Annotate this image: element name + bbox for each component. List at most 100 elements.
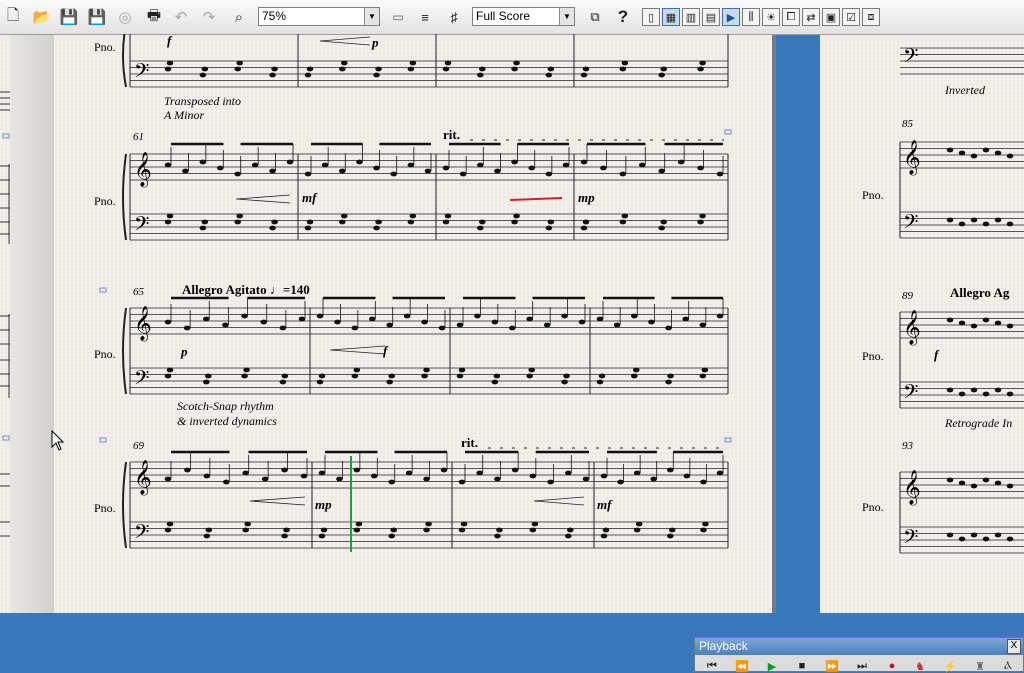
- view-select[interactable]: Full Score ▼: [472, 7, 575, 26]
- note-head: [373, 225, 380, 231]
- note-head: [547, 66, 555, 72]
- view-value: Full Score: [476, 9, 531, 23]
- note-head: [244, 521, 252, 527]
- mixer-icon[interactable]: ⫼: [742, 8, 760, 26]
- note-head: [242, 470, 250, 476]
- note-head: [338, 168, 346, 174]
- note-head: [513, 213, 520, 219]
- record-icon[interactable]: ●: [883, 659, 901, 673]
- note-head: [279, 379, 287, 385]
- note-head: [946, 217, 954, 223]
- redo-icon[interactable]: ↷: [198, 6, 220, 28]
- note-head: [529, 527, 537, 533]
- keyboard-icon[interactable]: ▥: [682, 8, 700, 26]
- flexi-time-icon[interactable]: ⚡: [941, 659, 959, 673]
- zoom-select[interactable]: 75% ▼: [258, 7, 380, 26]
- note-head: [388, 373, 396, 379]
- mixer-icon[interactable]: ♜: [971, 659, 989, 673]
- note-head: [660, 219, 668, 225]
- note-head: [164, 219, 172, 225]
- fast-forward-icon[interactable]: ⏩: [823, 659, 841, 673]
- lasso-icon[interactable]: ⌕: [228, 6, 250, 28]
- note-head: [203, 473, 211, 479]
- note-head: [403, 313, 411, 319]
- properties-icon[interactable]: ☑: [842, 8, 860, 26]
- bass-clef: 𝄢: [134, 212, 149, 240]
- note-head: [373, 72, 380, 78]
- help-icon[interactable]: ?: [612, 6, 634, 28]
- rewind-start-icon[interactable]: ⏮: [703, 659, 721, 673]
- note-head: [493, 373, 501, 379]
- fretboard-icon[interactable]: ▤: [702, 8, 720, 26]
- dynamic-f: f: [167, 33, 172, 48]
- save-icon[interactable]: 💾: [58, 6, 80, 28]
- open-icon[interactable]: 📂: [31, 6, 53, 28]
- note-head: [511, 219, 518, 225]
- note-head: [306, 219, 314, 225]
- note-head: [222, 322, 229, 328]
- rit-marking: rit.: [461, 435, 478, 450]
- note-head: [958, 320, 966, 326]
- close-icon[interactable]: X: [1007, 639, 1021, 654]
- video-icon[interactable]: ▣: [822, 8, 840, 26]
- instrument-label: Pno.: [94, 501, 116, 515]
- playback-window-icon[interactable]: ▶: [722, 8, 740, 26]
- grid-view-icon[interactable]: ▦: [662, 8, 680, 26]
- note-head: [545, 171, 553, 177]
- system-marker: [99, 437, 107, 443]
- note-head: [982, 391, 990, 397]
- note-head: [269, 225, 276, 231]
- note-head: [456, 322, 464, 328]
- note-head: [405, 470, 413, 476]
- note-head: [336, 476, 343, 482]
- note-head: [563, 373, 570, 379]
- ideas-icon[interactable]: ☀: [762, 8, 780, 26]
- note-head: [547, 479, 554, 485]
- note-head: [234, 66, 242, 72]
- note-head: [494, 168, 501, 174]
- panorama-icon[interactable]: ▭: [387, 6, 409, 28]
- window-icon[interactable]: ⧈: [862, 8, 880, 26]
- print-icon[interactable]: 🖶: [143, 6, 165, 28]
- rewind-icon[interactable]: ⏪: [733, 659, 751, 673]
- undo-icon[interactable]: ↶: [170, 6, 192, 28]
- note-head: [236, 213, 244, 219]
- note-head: [716, 313, 724, 319]
- brace: [122, 461, 127, 549]
- note-head: [304, 171, 312, 177]
- note-head: [666, 467, 674, 473]
- note-head: [388, 479, 396, 485]
- note-head: [545, 72, 553, 78]
- stop-icon[interactable]: ■: [793, 659, 811, 673]
- note-head: [375, 66, 382, 72]
- transform-icon[interactable]: ⇄: [802, 8, 820, 26]
- note-head: [958, 536, 966, 542]
- note-head: [306, 66, 314, 72]
- note-head: [600, 473, 608, 479]
- parts-icon[interactable]: ⧉: [584, 6, 606, 28]
- note-head: [701, 367, 709, 373]
- note-head: [353, 467, 361, 473]
- bass-clef: 𝄢: [903, 525, 918, 553]
- note-head: [368, 316, 376, 322]
- save-all-icon[interactable]: 💾: [86, 6, 108, 28]
- note-head: [598, 373, 606, 379]
- note-head: [600, 165, 607, 171]
- live-tempo-icon[interactable]: ♞: [911, 659, 929, 673]
- cd-icon[interactable]: ◎: [114, 6, 136, 28]
- click-icon[interactable]: Ⲁ: [999, 659, 1017, 673]
- play-icon[interactable]: ▶: [763, 659, 781, 673]
- forward-end-icon[interactable]: ⏭: [853, 659, 871, 673]
- score-canvas[interactable]: 𝄢 𝄞 𝄢 𝄞 𝄢 𝄞 𝄢 𝄢 𝄞 𝄢 𝄞 𝄢 𝄞 𝄢: [0, 34, 1024, 614]
- dynamic-mp: mp: [578, 190, 595, 205]
- chevron-down-icon[interactable]: ▼: [559, 8, 574, 25]
- chevron-down-icon[interactable]: ▼: [364, 8, 379, 25]
- text-align-icon[interactable]: ≡: [414, 6, 436, 28]
- navigator-icon[interactable]: ⧠: [782, 8, 800, 26]
- page-view-icon[interactable]: ▯: [642, 8, 660, 26]
- note-head: [982, 147, 990, 153]
- note-head: [298, 316, 306, 322]
- note-head: [699, 213, 706, 219]
- staff-icon[interactable]: ♯: [443, 6, 465, 28]
- new-icon[interactable]: 🗋: [2, 6, 24, 28]
